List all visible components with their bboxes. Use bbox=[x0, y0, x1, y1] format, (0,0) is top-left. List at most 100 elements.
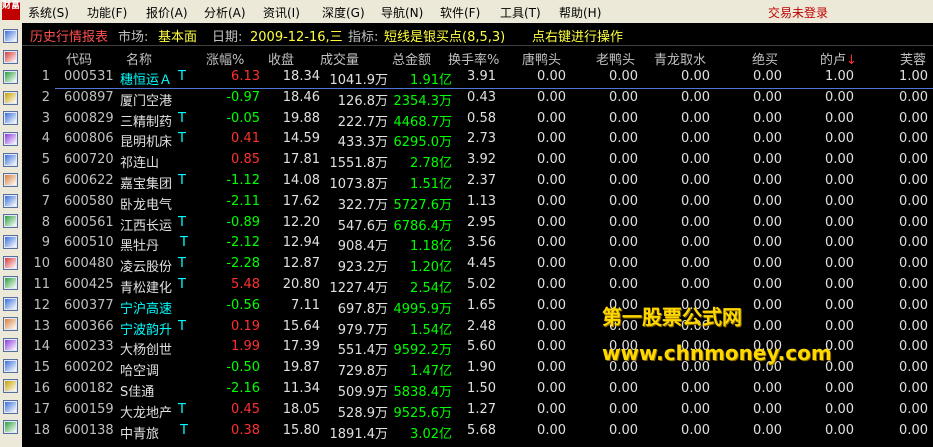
stock-code: 600233 bbox=[64, 339, 114, 355]
turnover-rate: 5.60 bbox=[467, 339, 496, 355]
val-juemai: 0.00 bbox=[753, 193, 782, 209]
menu-analysis[interactable]: 分析(A) bbox=[204, 4, 246, 21]
people-icon[interactable] bbox=[3, 214, 18, 229]
table-row[interactable]: 9 600510 12.94 908.4万 3.56 0.00 0.00 0.00 0.00 0.… bbox=[22, 233, 933, 254]
kline-icon[interactable] bbox=[3, 49, 18, 64]
menu-navigate[interactable]: 导航(N) bbox=[381, 4, 423, 21]
news-icon[interactable] bbox=[3, 173, 18, 188]
table-row[interactable]: 3 600829 19.88 222.7万 0.58 0.00 0.00 0.00 0.00 0.… bbox=[22, 109, 933, 130]
col-close[interactable]: 收盘 bbox=[268, 49, 294, 68]
doc-icon[interactable] bbox=[3, 296, 18, 311]
folder-icon[interactable] bbox=[3, 379, 18, 394]
val-qinglong: 0.00 bbox=[681, 277, 710, 292]
menu-depth[interactable]: 深度(G) bbox=[322, 4, 365, 21]
table-row[interactable]: 1 000531 18.34 1041.9万 3.91 0.00 0.00 0.00 0.00 1… bbox=[22, 67, 933, 88]
table-icon[interactable] bbox=[3, 132, 18, 146]
calc-icon[interactable] bbox=[3, 255, 18, 270]
val-tangyatou: 0.00 bbox=[537, 69, 566, 84]
stock-code: 600806 bbox=[64, 131, 114, 147]
table-row[interactable]: 4 600806 14.59 433.3万 2.73 0.00 0.00 0.00 0.00 0.… bbox=[22, 129, 933, 151]
val-laoyatou: 0.00 bbox=[609, 256, 638, 272]
trade-login-status[interactable]: 交易未登录 bbox=[768, 4, 828, 21]
date-value[interactable]: 2009-12-16,三 bbox=[250, 26, 343, 45]
table-row[interactable]: 2 600897 18.46 126.8万 0.43 0.00 0.00 0.00 0.00 0.… bbox=[22, 88, 933, 109]
turnover-rate: 4.45 bbox=[467, 256, 496, 272]
quote-list-icon[interactable] bbox=[3, 29, 18, 43]
grid-icon[interactable] bbox=[3, 152, 18, 167]
row-number: 1 bbox=[41, 69, 50, 84]
menu-news[interactable]: 资讯(I) bbox=[263, 4, 300, 21]
val-furong: 0.00 bbox=[899, 318, 928, 334]
col-amount[interactable]: 总金额 bbox=[392, 49, 431, 68]
trend-icon[interactable] bbox=[3, 70, 18, 85]
volume: 1551.8万 bbox=[329, 156, 389, 172]
menu-help[interactable]: 帮助(H) bbox=[559, 4, 601, 21]
menu-tools[interactable]: 工具(T) bbox=[500, 4, 541, 21]
screen-icon[interactable] bbox=[3, 420, 18, 435]
table-row[interactable]: 10 600480 12.87 923.2万 4.45 0.00 0.00 0.00 0.00 0… bbox=[22, 254, 933, 275]
table-row[interactable]: 8 600561 12.20 547.6万 2.95 0.00 0.00 0.00 0.00 0.… bbox=[22, 213, 933, 234]
col-tangyatou[interactable]: 唐鸭头 bbox=[522, 49, 561, 68]
col-volume[interactable]: 成交量 bbox=[320, 49, 359, 68]
val-dilu: 0.00 bbox=[825, 422, 854, 438]
history-quote-report: 历史行情报表 市场: 基本面 日期: 2009-12-16,三 指标: 短线是银… bbox=[22, 23, 933, 447]
total-amount: 9525.6万 bbox=[393, 405, 453, 421]
close-price: 14.59 bbox=[282, 131, 320, 147]
table-row[interactable]: 13 600366 15.64 979.7万 2.48 0.00 0.00 0.00 0.00 0… bbox=[22, 317, 933, 338]
tools-icon[interactable] bbox=[3, 399, 18, 414]
menu-quote[interactable]: 报价(A) bbox=[146, 4, 188, 21]
table-row[interactable]: 17 600159 18.05 528.9万 1.27 0.00 0.00 0.00 0.00 0… bbox=[22, 400, 933, 421]
table-row[interactable]: 11 600425 20.80 1227.4万 5.02 0.00 0.00 0.00 0.00… bbox=[22, 275, 933, 296]
table-row[interactable]: 18 600138 15.80 1891.4万 5.68 0.00 0.00 0.00 0.00… bbox=[22, 421, 933, 442]
col-turnover[interactable]: 换手率% bbox=[448, 49, 499, 68]
col-change[interactable]: 涨幅% bbox=[206, 49, 244, 68]
stock-name: 昆明机床 bbox=[120, 135, 173, 151]
watermark-url: www.chnmoney.com bbox=[602, 341, 832, 365]
menu-software[interactable]: 软件(F) bbox=[440, 4, 480, 21]
table-row[interactable]: 16 600182 11.34 509.9万 1.50 0.00 0.00 0.00 0.00 0… bbox=[22, 379, 933, 400]
total-amount: 6786.4万 bbox=[393, 218, 453, 234]
mail-icon[interactable] bbox=[3, 193, 18, 208]
val-laoyatou: 0.00 bbox=[609, 131, 638, 147]
val-furong: 0.00 bbox=[899, 173, 928, 188]
turnover-rate: 3.91 bbox=[467, 69, 496, 84]
col-juemai[interactable]: 绝买 bbox=[752, 49, 778, 68]
val-tangyatou: 0.00 bbox=[537, 110, 566, 126]
table-row[interactable]: 7 600580 17.62 322.7万 1.13 0.00 0.00 0.00 0.00 0.… bbox=[22, 192, 933, 213]
change-percent: -0.89 bbox=[226, 214, 260, 230]
indicator-value[interactable]: 短线是银买点(8,5,3) bbox=[384, 26, 505, 45]
col-qinglong[interactable]: 青龙取水 bbox=[654, 49, 706, 68]
note-icon[interactable] bbox=[3, 317, 18, 332]
table-row[interactable]: 12 600377 7.11 697.8万 1.65 0.00 0.00 0.00 0.00 0.… bbox=[22, 296, 933, 317]
edit-icon[interactable] bbox=[3, 338, 18, 352]
stock-name: 哈空调 bbox=[120, 364, 160, 380]
table-row[interactable]: 6 600622 14.08 1073.8万 2.37 0.00 0.00 0.00 0.00 0… bbox=[22, 171, 933, 192]
finance-icon-glyph bbox=[5, 237, 16, 247]
window-icon[interactable] bbox=[3, 358, 18, 373]
val-dilu: 0.00 bbox=[825, 235, 854, 251]
val-furong: 0.00 bbox=[899, 360, 928, 376]
app-logo: 财富 bbox=[2, 2, 20, 20]
menu-system[interactable]: 系统(S) bbox=[28, 4, 69, 21]
close-price: 14.08 bbox=[282, 173, 320, 188]
col-laoyatou[interactable]: 老鸭头 bbox=[596, 49, 635, 68]
val-tangyatou: 0.00 bbox=[537, 297, 566, 313]
margin-tag: T bbox=[178, 401, 186, 417]
table-row[interactable]: 5 600720 17.81 1551.8万 3.92 0.00 0.00 0.00 0.00 0… bbox=[22, 150, 933, 172]
menu-function[interactable]: 功能(F) bbox=[87, 4, 127, 21]
col-name[interactable]: 名称 bbox=[126, 49, 152, 68]
col-code[interactable]: 代码 bbox=[66, 49, 92, 68]
val-juemai: 0.00 bbox=[753, 152, 782, 168]
col-furong[interactable]: 芙蓉 bbox=[900, 49, 926, 68]
close-price: 12.20 bbox=[282, 214, 320, 230]
val-juemai: 0.00 bbox=[753, 297, 782, 313]
stock-code: 600159 bbox=[64, 401, 114, 417]
etf-icon[interactable] bbox=[3, 276, 18, 291]
market-value[interactable]: 基本面 bbox=[158, 26, 197, 45]
col-dilu[interactable]: 的卢↓ bbox=[820, 49, 857, 68]
report-icon[interactable] bbox=[3, 111, 18, 126]
turnover-rate: 1.50 bbox=[467, 381, 496, 396]
candles-icon[interactable] bbox=[3, 90, 18, 105]
finance-icon[interactable] bbox=[3, 235, 18, 249]
val-juemai: 0.00 bbox=[753, 277, 782, 292]
